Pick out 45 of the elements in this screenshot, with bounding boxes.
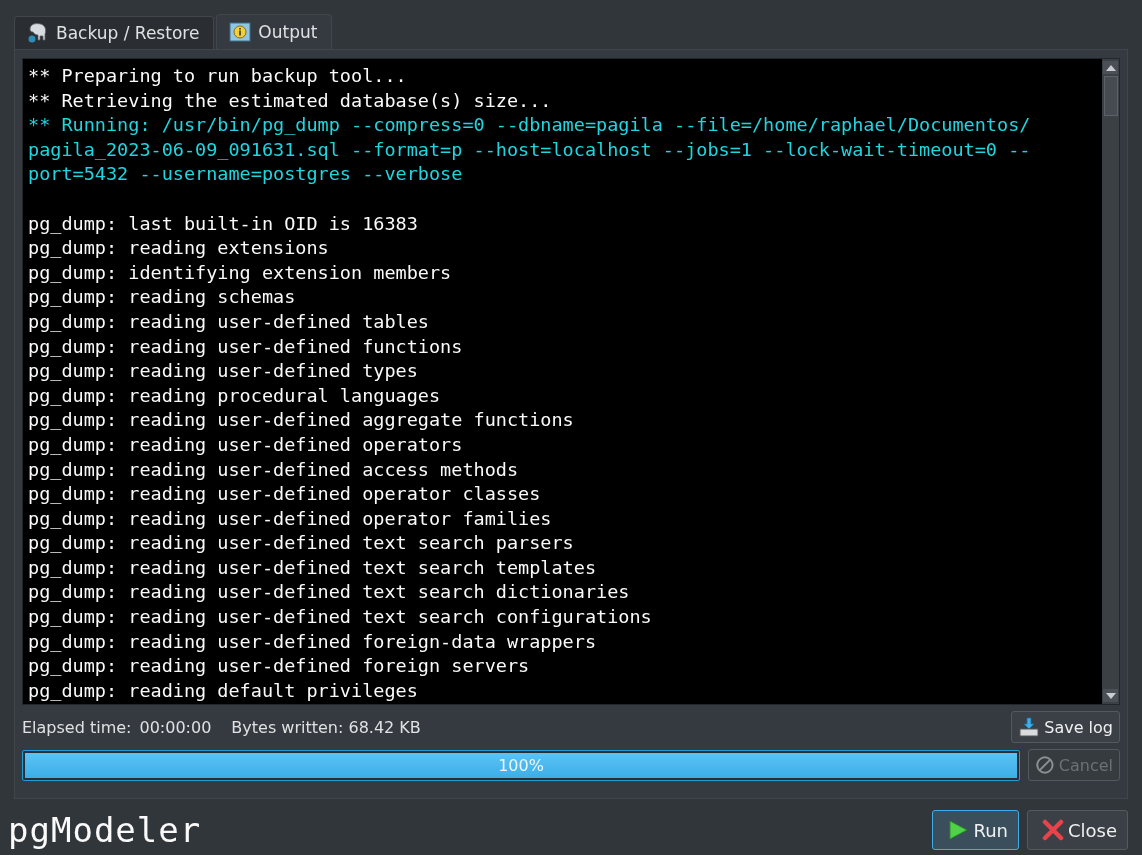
scrollbar[interactable] [1102,59,1119,704]
app-logo: pgModeler [8,810,202,850]
bytes-written: Bytes written: 68.42 KB [231,717,421,737]
log-line: pg_dump: reading user-defined text search parsers [28,531,574,556]
dialog-button[interactable]: Close [1026,810,1128,850]
scroll-down-icon[interactable] [1103,689,1118,702]
elapsed-label: Elapsed time: [22,717,132,737]
log-line: pg_dump: reading extensions [28,236,329,261]
tab[interactable]: Backup / Restore [14,16,215,49]
log-line: ** Retrieving the estimated database(s) size... [28,88,552,113]
log-line: pg_dump: reading user-defined operator classes [28,482,541,507]
log-line: pg_dump: reading user-defined foreign-data wrappers [28,629,597,654]
log-line: pg_dump: reading user-defined tables [28,309,429,334]
save-log-button[interactable]: Save log [1011,711,1120,743]
elephant-icon [27,22,49,44]
log-line: pg_dump: reading default privileges [28,678,418,703]
progress-text: 100% [498,755,544,775]
log-line: pg_dump: reading user-defined text search dictionaries [28,580,630,605]
log-line: pg_dump: reading user-defined text search configurations [28,605,652,630]
log-line: pg_dump: reading user-defined aggregate functions [28,408,574,433]
log-line: ** Running: /usr/bin/pg_dump --compress=0 --dbname=pagila --file=/home/raphael/Documentos/ [28,113,1031,138]
log-line: pg_dump: reading user-defined operators [28,432,463,457]
log-line: pg_dump: reading procedural languages [28,383,441,408]
log-line: pg_dump: last built-in OID is 16383 [28,211,418,236]
log-line: pg_dump: reading user-defined functions [28,334,463,359]
log-line: pg_dump: reading user-defined text search templates [28,555,597,580]
dialog-button[interactable]: Run [932,810,1019,850]
scroll-thumb[interactable] [1103,76,1118,116]
info-icon [229,21,252,43]
log-line: pg_dump: reading schemas [28,285,296,310]
log-line: pg_dump: reading user-defined access methods [28,457,519,482]
play-icon [947,819,970,841]
log-line: port=5432 --username=postgres --verbose [28,162,463,187]
log-line: pg_dump: reading user-defined types [28,359,418,384]
log-line: pg_dump: identifying extension members [28,260,452,285]
prohibited-icon [1035,754,1055,776]
elapsed-time: 00:00:00 [139,717,212,737]
close-icon [1041,819,1064,841]
download-tray-icon [1018,716,1041,738]
log-line: pg_dump: reading user-defined operator families [28,506,552,531]
tab[interactable]: Output [216,14,333,49]
log-line: pagila_2023-06-09_091631.sql --format=p --host=localhost --jobs=1 --lock-wait-timeout=0 -- [28,137,1031,162]
scroll-up-icon[interactable] [1103,61,1118,74]
log-line: pg_dump: reading user-defined foreign servers [28,654,530,679]
log-line: ** Preparing to run backup tool... [28,64,407,88]
